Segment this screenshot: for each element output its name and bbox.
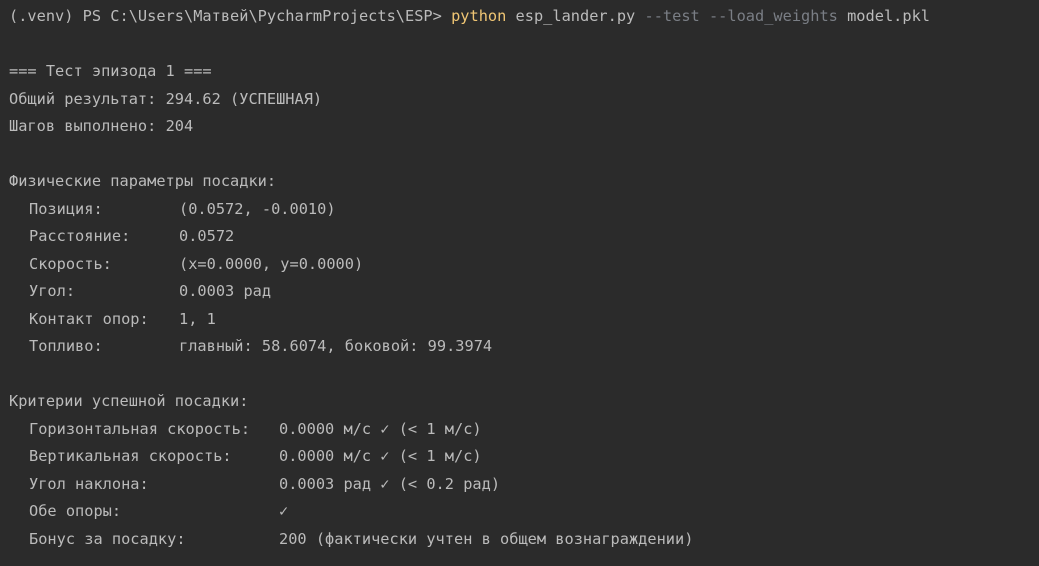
- physics-row-value: 0.0003 рад: [179, 282, 272, 300]
- physics-row: Угол: 0.0003 рад: [9, 278, 1039, 306]
- criteria-row-label: Горизонтальная скорость:: [29, 419, 251, 438]
- episode-result: Общий результат: 294.62 (УСПЕШНАЯ): [9, 86, 1039, 114]
- command-executable: python: [451, 7, 507, 25]
- criteria-row: Вертикальная скорость: 0.0000 м/с ✓ (< 1 …: [9, 443, 1039, 471]
- physics-row-value: (x=0.0000, y=0.0000): [179, 254, 364, 273]
- criteria-row: Угол наклона: 0.0003 рад ✓ (< 0.2 рад): [9, 471, 1039, 499]
- physics-row-label: Позиция:: [29, 199, 103, 218]
- physics-row: Расстояние: 0.0572: [9, 223, 1039, 251]
- shell-prompt: (.venv) PS C:\Users\Матвей\PycharmProjec…: [9, 7, 452, 25]
- criteria-title: Критерии успешной посадки:: [9, 392, 249, 410]
- episode-steps-value: 204: [165, 117, 194, 135]
- criteria-row-value: 0.0003 рад ✓ (< 0.2 рад): [279, 474, 501, 493]
- command-file: model.pkl: [837, 7, 930, 25]
- physics-row: Скорость: (x=0.0000, y=0.0000): [9, 251, 1039, 279]
- terminal-output[interactable]: (.venv) PS C:\Users\Матвей\PycharmProjec…: [0, 0, 1039, 566]
- command-script: esp_lander.py: [506, 7, 645, 25]
- physics-row: Позиция: (0.0572, -0.0010): [9, 196, 1039, 224]
- criteria-row-label: Вертикальная скорость:: [29, 447, 232, 465]
- physics-row-value: 1, 1: [179, 309, 216, 328]
- criteria-row-value: 0.0000 м/с ✓ (< 1 м/с): [279, 419, 482, 438]
- physics-row: Контакт опор: 1, 1: [9, 306, 1039, 334]
- criteria-row: Обе опоры: ✓: [9, 498, 1039, 526]
- criteria-row-label: Угол наклона:: [29, 474, 149, 493]
- physics-row-label: Скорость:: [29, 254, 112, 273]
- episode-result-label: Общий результат:: [9, 89, 166, 108]
- criteria-row: Бонус за посадку: 200 (фактически учтен в…: [9, 526, 1039, 554]
- episode-header: === Тест эпизода 1 ===: [9, 62, 212, 80]
- physics-row-value: 0.0572: [179, 227, 235, 245]
- criteria-row-value: ✓: [279, 502, 289, 520]
- criteria-row-label: Обе опоры:: [29, 502, 122, 520]
- physics-title: Физические параметры посадки:: [9, 172, 277, 190]
- physics-row-value: главный: 58.6074, боковой: 99.3974: [179, 337, 493, 355]
- episode-steps: Шагов выполнено: 204: [9, 113, 1039, 141]
- physics-row-label: Угол:: [29, 282, 76, 300]
- criteria-row-label: Бонус за посадку:: [29, 529, 186, 548]
- physics-row: Топливо: главный: 58.6074, боковой: 99.39…: [9, 333, 1039, 361]
- criteria-row: Горизонтальная скорость: 0.0000 м/с ✓ (< …: [9, 416, 1039, 444]
- physics-row-value: (0.0572, -0.0010): [179, 199, 336, 218]
- episode-result-value: 294.62 (УСПЕШНАЯ): [165, 89, 323, 108]
- physics-row-label: Контакт опор:: [29, 309, 149, 328]
- command-line: (.venv) PS C:\Users\Матвей\PycharmProjec…: [9, 3, 1039, 31]
- episode-steps-label: Шагов выполнено:: [9, 117, 166, 135]
- command-flags: --test --load_weights: [644, 7, 838, 25]
- criteria-row-value: 200 (фактически учтен в общем вознагражд…: [279, 529, 694, 548]
- physics-row-label: Расстояние:: [29, 227, 131, 245]
- criteria-row-value: 0.0000 м/с ✓ (< 1 м/с): [279, 447, 482, 465]
- physics-row-label: Топливо:: [29, 337, 103, 355]
